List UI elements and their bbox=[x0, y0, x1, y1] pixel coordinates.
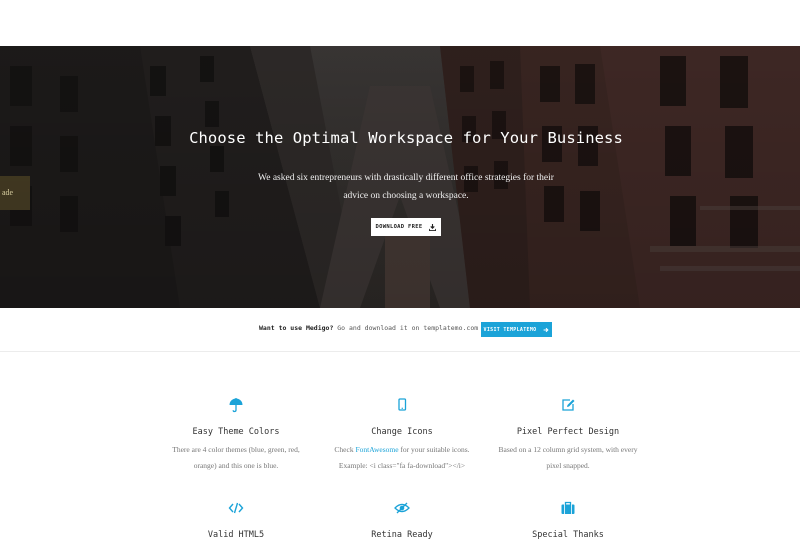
desc-after-link: for your suitable icons. bbox=[398, 445, 470, 454]
download-button-label: DOWNLOAD FREE bbox=[375, 224, 423, 230]
download-icon bbox=[429, 223, 437, 231]
arrow-right-icon bbox=[544, 327, 550, 332]
feature-easy-theme-colors: Easy Theme Colors There are 4 color them… bbox=[151, 397, 321, 473]
promo-text: Want to use Medigo? Go and download it o… bbox=[259, 324, 478, 332]
feature-title: Valid HTML5 bbox=[207, 530, 265, 540]
briefcase-icon bbox=[561, 501, 575, 514]
mobile-icon bbox=[398, 398, 407, 411]
storefront-sign-text: ade bbox=[2, 188, 14, 197]
feature-description: Based on a 12 column grid system, with e… bbox=[498, 445, 638, 470]
visit-button-label: VISIT TEMPLATEMO bbox=[483, 326, 537, 333]
desc-example-code: Example: <i class="fa fa-download"></i> bbox=[338, 460, 466, 470]
eye-slash-icon bbox=[394, 502, 410, 514]
feature-description: Check FontAwesome for your suitable icon… bbox=[317, 442, 487, 473]
fontawesome-link[interactable]: FontAwesome bbox=[355, 445, 398, 454]
feature-title: Pixel Perfect Design bbox=[516, 427, 620, 437]
feature-description: There are 4 color themes (blue, green, r… bbox=[172, 445, 300, 470]
feature-title: Retina Ready bbox=[371, 530, 433, 540]
feature-special-thanks: Special Thanks bbox=[483, 500, 653, 540]
feature-pixel-perfect-design: Pixel Perfect Design Based on a 12 colum… bbox=[483, 397, 653, 473]
feature-title: Special Thanks bbox=[532, 530, 604, 540]
download-free-button[interactable]: DOWNLOAD FREE bbox=[371, 218, 441, 236]
desc-before-link: Check bbox=[334, 445, 356, 454]
top-navigation-bar bbox=[0, 0, 800, 47]
hero-title: Choose the Optimal Workspace for Your Bu… bbox=[189, 129, 623, 147]
promo-rest: Go and download it on templatemo.com bbox=[333, 324, 479, 332]
feature-retina-ready: Retina Ready bbox=[317, 500, 487, 540]
visit-templatemo-button[interactable]: VISIT TEMPLATEMO bbox=[481, 322, 552, 337]
feature-change-icons: Change Icons Check FontAwesome for your … bbox=[317, 397, 487, 473]
feature-title: Easy Theme Colors bbox=[192, 427, 280, 437]
promo-lead: Want to use Medigo? bbox=[259, 324, 334, 332]
edit-icon bbox=[562, 399, 575, 411]
hero-subtitle: We asked six entrepreneurs with drastica… bbox=[258, 173, 554, 201]
umbrella-icon bbox=[229, 398, 243, 413]
code-icon bbox=[228, 502, 244, 514]
feature-valid-html5: Valid HTML5 bbox=[151, 500, 321, 540]
feature-title: Change Icons bbox=[371, 427, 433, 437]
